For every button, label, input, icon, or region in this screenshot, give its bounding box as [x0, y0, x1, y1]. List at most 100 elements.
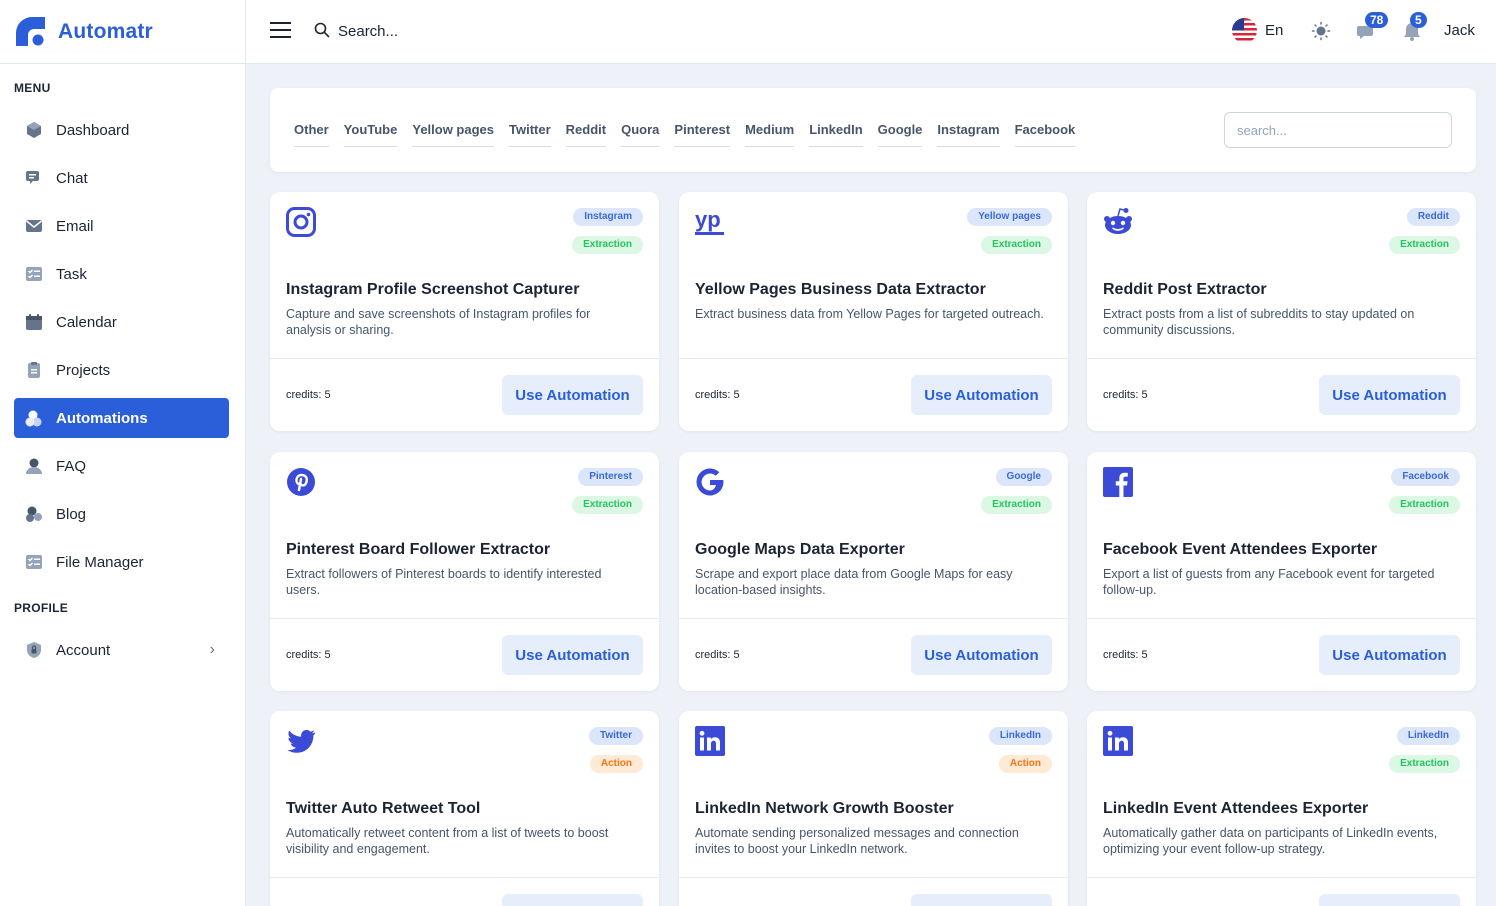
tab-facebook[interactable]: Facebook	[1014, 122, 1076, 147]
card-title: Pinterest Board Follower Extractor	[286, 541, 551, 558]
use-automation-button[interactable]: Use Automation	[502, 635, 643, 675]
sidebar-item-faq[interactable]: FAQ	[14, 446, 229, 486]
card-divider	[1087, 618, 1476, 619]
card-divider	[679, 358, 1068, 359]
credits-label: credits: 5	[1103, 389, 1148, 401]
tab-instagram[interactable]: Instagram	[937, 122, 1000, 147]
type-badge: Extraction	[1389, 236, 1460, 254]
chat-icon	[24, 168, 44, 188]
sidebar-item-blog[interactable]: Blog	[14, 494, 229, 534]
sidebar-item-label: FAQ	[56, 457, 87, 475]
sidebar: Automatr MENU Dashboard Chat Email Task Cale…	[0, 0, 246, 906]
automation-search-input[interactable]	[1224, 112, 1452, 148]
automation-card: Reddit Extraction Reddit Post Extractor Ext…	[1087, 192, 1476, 431]
card-divider	[1087, 358, 1476, 359]
credits-label: credits: 5	[695, 389, 740, 401]
card-divider	[270, 618, 659, 619]
tab-quora[interactable]: Quora	[621, 122, 660, 147]
yellow-pages-icon: yp	[695, 207, 725, 237]
type-badge: Extraction	[1389, 496, 1460, 514]
card-divider	[679, 618, 1068, 619]
sidebar-item-task[interactable]: Task	[14, 254, 229, 294]
card-divider	[270, 358, 659, 359]
platform-badge: Instagram	[573, 208, 643, 226]
automation-card: Pinterest Extraction Pinterest Board Follo…	[270, 452, 659, 691]
google-icon	[695, 467, 725, 497]
linkedin-icon	[695, 726, 725, 756]
use-automation-button[interactable]: Use Automation	[1319, 375, 1460, 415]
card-description: Extract followers of Pinterest boards to…	[286, 567, 602, 597]
instagram-icon	[286, 207, 316, 237]
tab-pinterest[interactable]: Pinterest	[674, 122, 731, 147]
sidebar-item-chat[interactable]: Chat	[14, 158, 229, 198]
sidebar-item-label: Account	[56, 641, 111, 659]
tab-google[interactable]: Google	[877, 122, 923, 147]
sidebar-item-label: Blog	[56, 505, 87, 523]
tab-medium[interactable]: Medium	[745, 122, 795, 147]
sidebar-item-email[interactable]: Email	[14, 206, 229, 246]
automation-card: Twitter Action Twitter Auto Retweet Tool Au…	[270, 711, 659, 906]
card-tags: Google Extraction	[981, 468, 1052, 524]
language-selector[interactable]: En	[1232, 18, 1283, 43]
sun-icon[interactable]	[1311, 21, 1331, 41]
card-divider	[1087, 877, 1476, 878]
tab-reddit[interactable]: Reddit	[565, 122, 607, 147]
use-automation-button[interactable]: Use Automation	[911, 894, 1052, 906]
user-menu[interactable]: Jack	[1444, 22, 1475, 39]
messages-count-badge: 78	[1365, 12, 1389, 28]
tab-youtube[interactable]: YouTube	[343, 122, 398, 147]
sidebar-item-label: Calendar	[56, 313, 117, 331]
task-icon	[24, 552, 44, 572]
type-badge: Extraction	[572, 236, 643, 254]
platform-badge: Pinterest	[578, 468, 643, 486]
automation-card: Google Extraction Google Maps Data Exporte…	[679, 452, 1068, 691]
users-icon	[24, 504, 44, 524]
sidebar-item-file-manager[interactable]: File Manager	[14, 542, 229, 582]
tab-yellow-pages[interactable]: Yellow pages	[412, 122, 495, 147]
brand[interactable]: Automatr	[0, 0, 245, 64]
menu-toggle-icon[interactable]	[270, 22, 291, 40]
email-icon	[24, 216, 44, 236]
sidebar-item-automations[interactable]: Automations	[14, 398, 229, 438]
lock-icon	[24, 640, 44, 660]
use-automation-button[interactable]: Use Automation	[1319, 894, 1460, 906]
card-description: Extract posts from a list of subreddits …	[1103, 307, 1415, 337]
platform-badge: Facebook	[1391, 468, 1460, 486]
profile-section-label: PROFILE	[14, 601, 69, 615]
automation-card: Instagram Extraction Instagram Profile Scr…	[270, 192, 659, 431]
filter-bar: Other YouTube Yellow pages Twitter Reddit Quo…	[270, 88, 1476, 172]
use-automation-button[interactable]: Use Automation	[502, 375, 643, 415]
use-automation-button[interactable]: Use Automation	[502, 894, 643, 906]
use-automation-button[interactable]: Use Automation	[1319, 635, 1460, 675]
card-title: Reddit Post Extractor	[1103, 281, 1267, 298]
user-circles-icon	[24, 408, 44, 428]
header-search-input[interactable]	[338, 20, 638, 42]
sidebar-item-label: Projects	[56, 361, 111, 379]
sidebar-nav: Dashboard Chat Email Task Calendar Projects Au…	[14, 110, 229, 590]
automation-card: LinkedIn Action LinkedIn Network Growth Bo…	[679, 711, 1068, 906]
clipboard-icon	[24, 360, 44, 380]
sidebar-item-label: Automations	[56, 409, 148, 427]
sidebar-item-calendar[interactable]: Calendar	[14, 302, 229, 342]
tab-other[interactable]: Other	[294, 122, 329, 147]
type-badge: Extraction	[981, 496, 1052, 514]
use-automation-button[interactable]: Use Automation	[911, 635, 1052, 675]
card-tags: Instagram Extraction	[572, 208, 643, 264]
use-automation-button[interactable]: Use Automation	[911, 375, 1052, 415]
type-badge: Action	[589, 755, 643, 773]
card-title: Facebook Event Attendees Exporter	[1103, 541, 1378, 558]
card-tags: Reddit Extraction	[1389, 208, 1460, 264]
sidebar-profile-nav: Account ›	[14, 630, 229, 678]
card-title: LinkedIn Network Growth Booster	[695, 800, 954, 817]
sidebar-item-dashboard[interactable]: Dashboard	[14, 110, 229, 150]
sidebar-item-account[interactable]: Account ›	[14, 630, 229, 670]
credits-label: credits: 5	[286, 389, 331, 401]
card-title: Instagram Profile Screenshot Capturer	[286, 281, 580, 298]
sidebar-item-label: Email	[56, 217, 94, 235]
tab-twitter[interactable]: Twitter	[509, 122, 551, 147]
sidebar-item-label: Dashboard	[56, 121, 130, 139]
tab-linkedin[interactable]: LinkedIn	[809, 122, 863, 147]
svg-text:yp: yp	[695, 207, 721, 232]
chevron-right-icon: ›	[209, 641, 215, 658]
sidebar-item-projects[interactable]: Projects	[14, 350, 229, 390]
